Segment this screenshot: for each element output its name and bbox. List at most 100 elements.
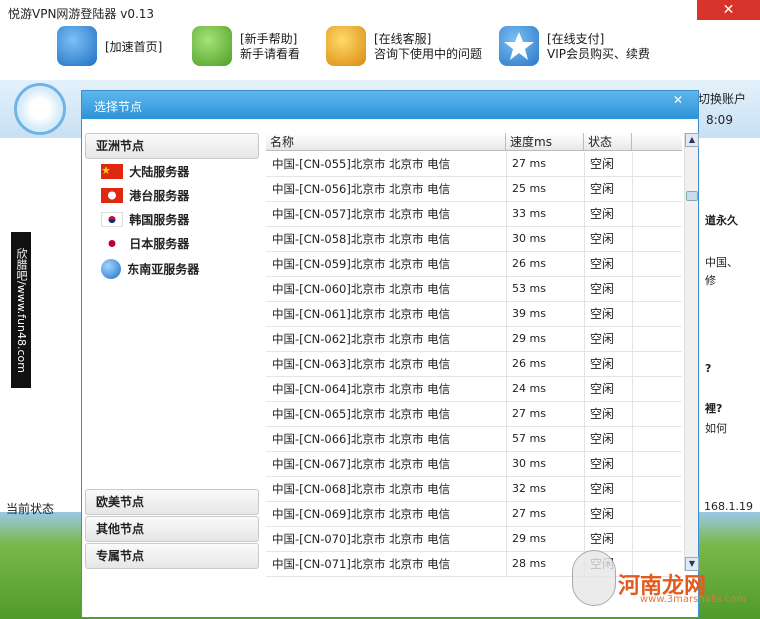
toolbar-payment-label: [在线支付]	[547, 32, 605, 46]
android-icon	[192, 26, 232, 66]
row-state-cell: 空闲	[590, 407, 615, 421]
row-state-cell: 空闲	[590, 207, 615, 221]
column-divider	[584, 177, 585, 201]
row-speed-cell: 28 ms	[512, 557, 546, 570]
brand-watermark-sub: www.3marshalls.com	[640, 594, 747, 605]
mascot-icon	[572, 550, 616, 606]
node-select-dialog: 选择节点 ✕ 亚洲节点 大陆服务器 港台服务器 韩国服务器 日本服务器 东南亚服…	[81, 90, 699, 618]
row-state-cell: 空闲	[590, 257, 615, 271]
kr-flag-icon	[101, 212, 123, 227]
toolbar-support-desc: 咨询下使用中的问题	[374, 47, 483, 61]
row-name-cell: 中国-[CN-061]北京市 北京市 电信	[272, 307, 451, 321]
table-row[interactable]: 中国-[CN-056]北京市 北京市 电信 25 ms 空闲	[266, 177, 682, 202]
toolbar-payment-text: [在线支付] VIP会员购买、续费	[547, 32, 650, 62]
table-row[interactable]: 中国-[CN-063]北京市 北京市 电信 26 ms 空闲	[266, 352, 682, 377]
toolbar-support-label: [在线客服]	[374, 32, 432, 46]
close-button[interactable]: ✕	[697, 0, 760, 20]
row-speed-cell: 53 ms	[512, 282, 546, 295]
group-asia[interactable]: 亚洲节点	[85, 133, 259, 159]
refresh-icon[interactable]	[14, 83, 66, 135]
column-header-speed[interactable]: 速度ms	[506, 133, 584, 151]
brand-watermark: 河南龙网 www.3marshalls.com	[572, 550, 750, 610]
column-divider	[584, 327, 585, 351]
table-scrollbar[interactable]: ▲ ▼	[684, 133, 699, 571]
column-header-state[interactable]: 状态	[584, 133, 632, 151]
table-row[interactable]: 中国-[CN-061]北京市 北京市 电信 39 ms 空闲	[266, 302, 682, 327]
toolbar-home-button[interactable]: [加速首页]	[57, 26, 197, 70]
row-state-cell: 空闲	[590, 432, 615, 446]
table-row[interactable]: 中国-[CN-064]北京市 北京市 电信 24 ms 空闲	[266, 377, 682, 402]
table-row[interactable]: 中国-[CN-060]北京市 北京市 电信 53 ms 空闲	[266, 277, 682, 302]
row-state-cell: 空闲	[590, 182, 615, 196]
hk-flag-icon	[101, 188, 123, 203]
row-speed-cell: 25 ms	[512, 182, 546, 195]
table-row[interactable]: 中国-[CN-069]北京市 北京市 电信 27 ms 空闲	[266, 502, 682, 527]
group-euro-us[interactable]: 欧美节点	[85, 489, 259, 515]
column-divider	[506, 252, 507, 276]
table-row[interactable]: 中国-[CN-058]北京市 北京市 电信 30 ms 空闲	[266, 227, 682, 252]
column-divider	[506, 452, 507, 476]
column-divider	[506, 277, 507, 301]
column-divider	[506, 402, 507, 426]
row-name-cell: 中国-[CN-060]北京市 北京市 电信	[272, 282, 451, 296]
server-item-sea[interactable]: 东南亚服务器	[101, 259, 199, 279]
graduate-icon	[326, 26, 366, 66]
server-item-japan[interactable]: 日本服务器	[101, 235, 189, 255]
bg-text-1: 道永久	[705, 214, 738, 227]
table-row[interactable]: 中国-[CN-065]北京市 北京市 电信 27 ms 空闲	[266, 402, 682, 427]
table-row[interactable]: 中国-[CN-055]北京市 北京市 电信 27 ms 空闲	[266, 152, 682, 177]
table-row[interactable]: 中国-[CN-062]北京市 北京市 电信 29 ms 空闲	[266, 327, 682, 352]
row-name-cell: 中国-[CN-059]北京市 北京市 电信	[272, 257, 451, 271]
row-state-cell: 空闲	[590, 157, 615, 171]
toolbar-support-button[interactable]: [在线客服] 咨询下使用中的问题	[326, 26, 496, 70]
toolbar-help-button[interactable]: [新手帮助] 新手请看看	[192, 26, 332, 70]
column-divider	[506, 227, 507, 251]
server-item-mainland[interactable]: 大陆服务器	[101, 163, 189, 183]
site-watermark: 欣腊吧/www.fun48.com	[11, 232, 31, 388]
column-divider	[584, 352, 585, 376]
table-row[interactable]: 中国-[CN-070]北京市 北京市 电信 29 ms 空闲	[266, 527, 682, 552]
row-speed-cell: 57 ms	[512, 432, 546, 445]
row-name-cell: 中国-[CN-065]北京市 北京市 电信	[272, 407, 451, 421]
column-divider	[632, 277, 633, 301]
table-row[interactable]: 中国-[CN-067]北京市 北京市 电信 30 ms 空闲	[266, 452, 682, 477]
row-state-cell: 空闲	[590, 332, 615, 346]
column-divider	[506, 377, 507, 401]
group-exclusive[interactable]: 专属节点	[85, 543, 259, 569]
row-state-cell: 空闲	[590, 357, 615, 371]
region-panel: 亚洲节点 大陆服务器 港台服务器 韩国服务器 日本服务器 东南亚服务器 欧美节点…	[83, 131, 259, 617]
scroll-thumb[interactable]	[686, 191, 698, 201]
column-divider	[632, 327, 633, 351]
table-row[interactable]: 中国-[CN-066]北京市 北京市 电信 57 ms 空闲	[266, 427, 682, 452]
toolbar: [加速首页] [新手帮助] 新手请看看 [在线客服] 咨询下使用中的问题 [在线…	[0, 24, 760, 76]
group-other[interactable]: 其他节点	[85, 516, 259, 542]
scroll-up-arrow-icon[interactable]: ▲	[685, 133, 699, 147]
toolbar-payment-button[interactable]: [在线支付] VIP会员购买、续费	[499, 26, 669, 70]
table-row[interactable]: 中国-[CN-059]北京市 北京市 电信 26 ms 空闲	[266, 252, 682, 277]
row-state-cell: 空闲	[590, 232, 615, 246]
row-name-cell: 中国-[CN-070]北京市 北京市 电信	[272, 532, 451, 546]
switch-account-link[interactable]: 切换账户	[698, 90, 746, 107]
jp-flag-icon	[101, 236, 123, 251]
column-divider	[584, 402, 585, 426]
column-divider	[506, 152, 507, 176]
server-item-hktw[interactable]: 港台服务器	[101, 187, 189, 207]
table-row[interactable]: 中国-[CN-068]北京市 北京市 电信 32 ms 空闲	[266, 477, 682, 502]
column-header-name[interactable]: 名称	[266, 133, 506, 151]
row-name-cell: 中国-[CN-057]北京市 北京市 电信	[272, 207, 451, 221]
row-name-cell: 中国-[CN-058]北京市 北京市 电信	[272, 232, 451, 246]
status-label: 当前状态	[6, 502, 55, 516]
app-title: 悦游VPN网游登陆器 v0.13	[8, 7, 155, 21]
column-divider	[632, 427, 633, 451]
column-divider	[506, 427, 507, 451]
row-name-cell: 中国-[CN-067]北京市 北京市 电信	[272, 457, 451, 471]
table-row[interactable]: 中国-[CN-057]北京市 北京市 电信 33 ms 空闲	[266, 202, 682, 227]
toolbar-help-desc: 新手请看看	[240, 47, 301, 61]
bg-text-2: 中国、	[705, 256, 738, 269]
server-item-korea[interactable]: 韩国服务器	[101, 211, 189, 231]
dialog-close-button[interactable]: ✕	[667, 93, 689, 111]
column-divider	[632, 452, 633, 476]
row-name-cell: 中国-[CN-056]北京市 北京市 电信	[272, 182, 451, 196]
column-divider	[632, 377, 633, 401]
row-speed-cell: 24 ms	[512, 382, 546, 395]
